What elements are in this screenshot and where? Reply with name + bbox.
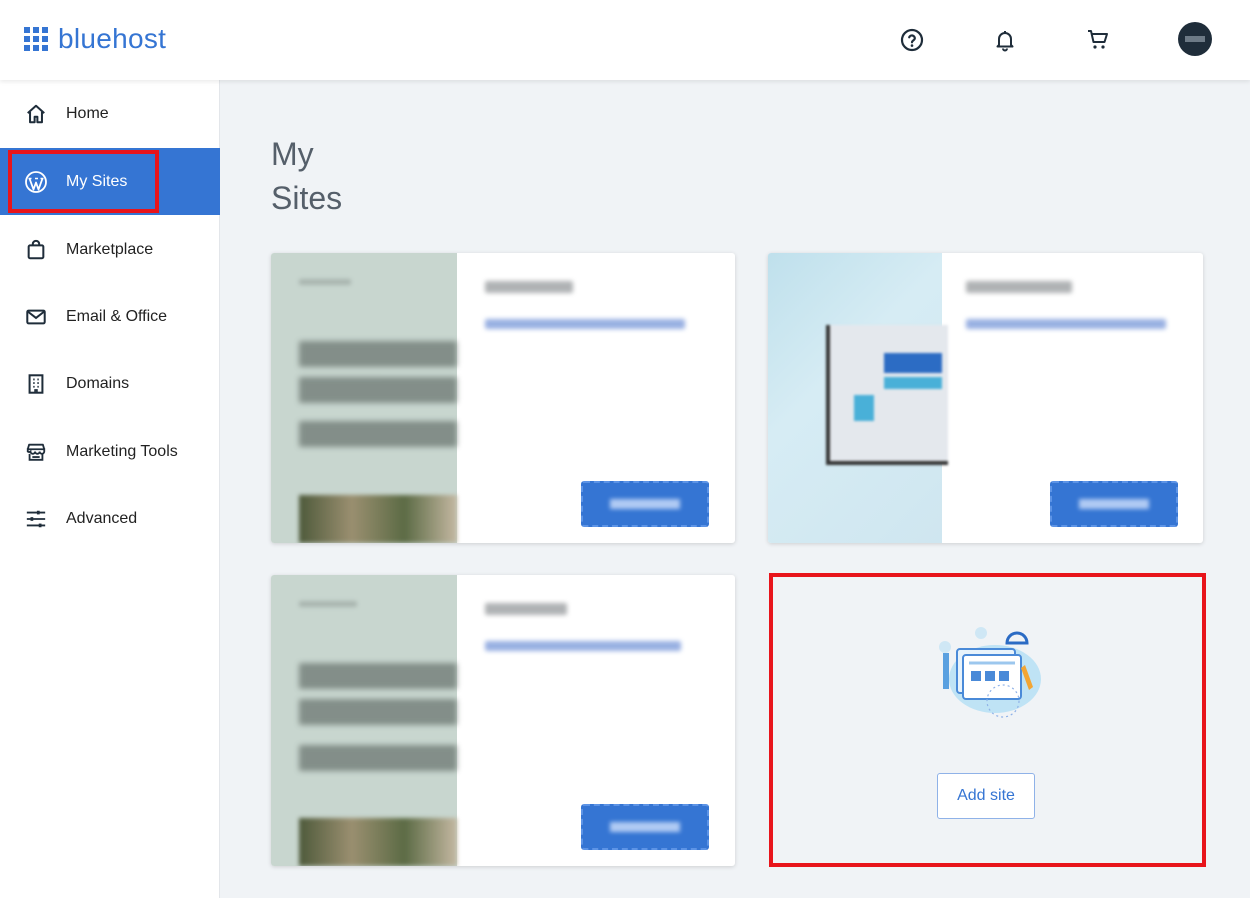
sidebar-item-label: Marketplace [66, 240, 154, 258]
help-icon[interactable] [896, 24, 928, 56]
bluehost-logo[interactable]: bluehost [24, 24, 166, 54]
add-site-illustration [933, 625, 1045, 728]
sidebar-item-label: Home [66, 104, 109, 122]
site-name-redacted [966, 281, 1072, 293]
sliders-icon [24, 507, 48, 531]
sidebar: Home My Sites Marketplace Email & Office… [0, 80, 220, 898]
site-name-redacted [485, 603, 567, 615]
site-card[interactable] [271, 575, 735, 866]
envelope-icon [24, 305, 48, 329]
sidebar-item-label: Marketing Tools [66, 442, 178, 460]
storefront-icon [24, 440, 48, 464]
sidebar-item-marketplace[interactable]: Marketplace [0, 216, 220, 283]
site-thumbnail [768, 253, 948, 543]
page-title-line-1: My [271, 136, 314, 172]
add-site-card: Add site [769, 573, 1206, 867]
manage-site-button[interactable] [581, 481, 709, 527]
sidebar-item-my-sites[interactable]: My Sites [0, 148, 220, 215]
top-header: bluehost [0, 0, 1250, 80]
sidebar-item-domains[interactable]: Domains [0, 350, 220, 417]
shopping-bag-icon [24, 238, 48, 262]
sidebar-item-home[interactable]: Home [0, 80, 220, 147]
site-url-redacted[interactable] [966, 319, 1166, 329]
logo-grid-icon [24, 27, 48, 51]
site-card[interactable] [271, 253, 735, 543]
bell-icon[interactable] [989, 24, 1021, 56]
sidebar-item-label: Email & Office [66, 307, 168, 325]
page-title-line-2: Sites [271, 180, 343, 216]
building-icon [24, 372, 48, 396]
site-url-redacted[interactable] [485, 319, 685, 329]
sidebar-item-marketing-tools[interactable]: Marketing Tools [0, 418, 220, 485]
page-title: My Sites [271, 132, 391, 220]
manage-site-button[interactable] [1050, 481, 1178, 527]
sidebar-item-label: Advanced [66, 509, 138, 527]
add-site-button[interactable]: Add site [937, 773, 1035, 819]
site-thumbnail [271, 575, 457, 866]
sidebar-item-label: Domains [66, 374, 130, 392]
sidebar-item-advanced[interactable]: Advanced [0, 485, 220, 552]
wordpress-icon [24, 170, 48, 194]
brand-name: bluehost [58, 23, 167, 54]
site-thumbnail [271, 253, 457, 543]
site-name-redacted [485, 281, 573, 293]
site-url-redacted[interactable] [485, 641, 681, 651]
sidebar-item-email-office[interactable]: Email & Office [0, 283, 220, 350]
manage-site-button[interactable] [581, 804, 709, 850]
sidebar-item-label: My Sites [66, 172, 128, 190]
avatar[interactable] [1178, 22, 1212, 56]
site-card[interactable] [768, 253, 1203, 543]
cart-icon[interactable] [1082, 24, 1114, 56]
home-icon [24, 102, 48, 126]
